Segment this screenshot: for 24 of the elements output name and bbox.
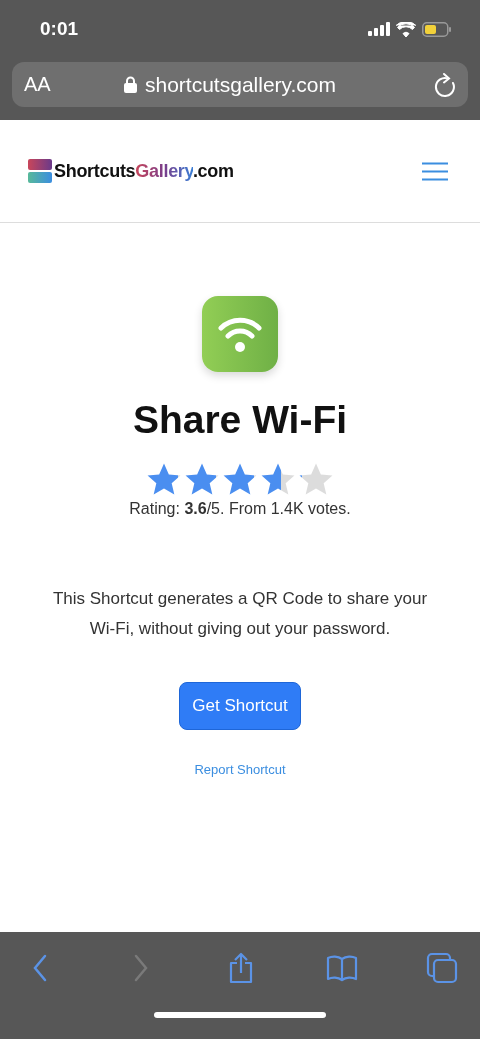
logo-icon [28,159,52,183]
shortcut-title: Share Wi-Fi [132,398,348,442]
lock-icon [124,76,137,93]
get-shortcut-button[interactable]: Get Shortcut [179,682,301,730]
rating-text: Rating: 3.6/5. From 1.4K votes. [129,500,351,518]
status-time: 0:01 [40,18,79,40]
battery-icon [422,21,452,37]
logo-text[interactable]: ShortcutsGallery.com [54,160,234,182]
address-bar[interactable]: AA shortcutsgallery.com [12,62,468,107]
reload-icon[interactable] [434,72,456,97]
text-size-button[interactable]: AA [24,73,124,96]
tabs-icon [426,952,458,984]
share-icon [228,952,254,984]
wifi-icon [396,21,416,37]
back-icon [32,954,48,982]
toolbar-button[interactable] [424,950,460,986]
forward-icon [132,954,149,982]
book-icon [325,954,358,982]
url-text: shortcutsgallery.com [145,72,336,97]
description-text: This Shortcut generates a QR Code to share your Wi-Fi, without giving out your password. [51,588,429,640]
signal-icon [368,22,390,36]
menu-icon[interactable] [422,161,448,181]
report-link[interactable]: Report Shortcut [194,762,286,777]
wifi-icon [217,315,263,353]
